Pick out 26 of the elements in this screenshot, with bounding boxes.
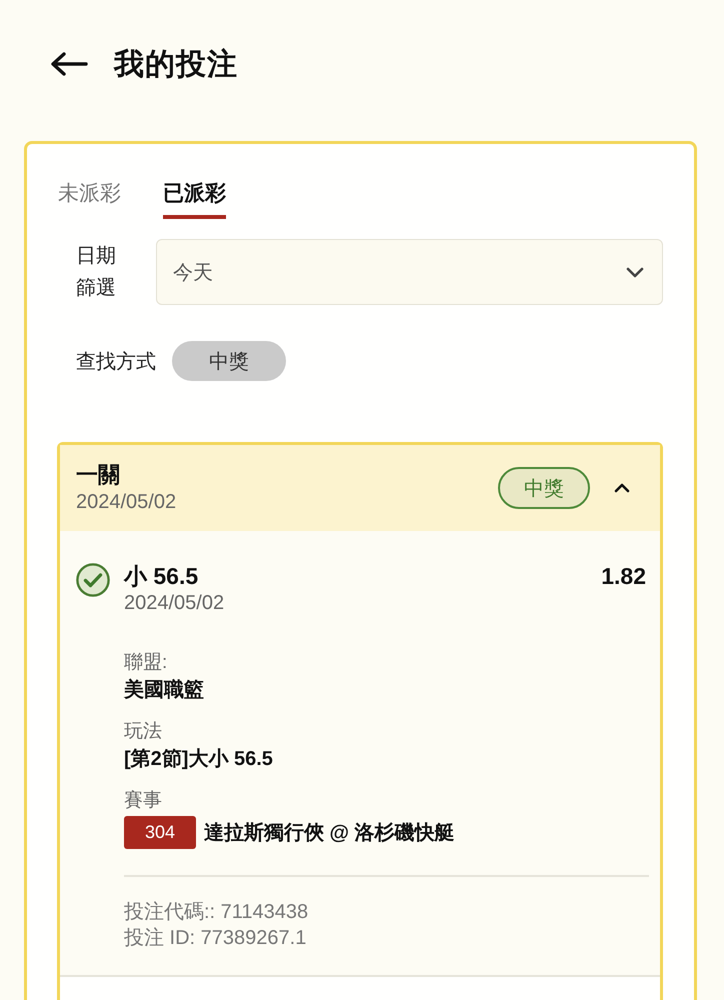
field-value: [第2節]大小 56.5 [124,747,273,772]
back-arrow-icon[interactable] [50,52,88,76]
odds-value: 1.82 [601,562,646,590]
field-value: 美國職籃 [124,678,204,703]
caret-up-icon[interactable] [614,483,630,493]
bet-code-text: 投注代碼:: 71143438 [124,900,308,925]
match-name: 達拉斯獨行俠 @ 洛杉磯快艇 [204,820,455,846]
bet-title: 一關 [76,461,121,489]
selection-text: 小 56.5 [124,562,198,590]
page-title: 我的投注 [114,46,238,82]
bet-date: 2024/05/02 [76,490,178,515]
search-mode-label: 查找方式 [76,350,156,374]
filter-chip[interactable]: 中獎 [172,341,286,381]
chevron-down-icon [626,266,644,278]
leg-date: 2024/05/02 [124,591,224,616]
tab[interactable]: 已派彩 [163,181,226,219]
date-select[interactable]: 今天 [156,239,663,305]
status-badge: 中獎 [498,467,590,509]
tab[interactable]: 未派彩 [58,181,121,219]
bet-id-text: 投注 ID: 77389267.1 [124,926,306,951]
field-label: 賽事 [124,789,162,813]
field-label: 聯盟: [124,651,168,675]
bet-header[interactable]: 一關 2024/05/02 中獎 [60,445,660,531]
filter-label: 日期篩選 [76,244,117,301]
event-code-badge: 304 [124,816,196,849]
field-label: 玩法 [124,720,162,744]
